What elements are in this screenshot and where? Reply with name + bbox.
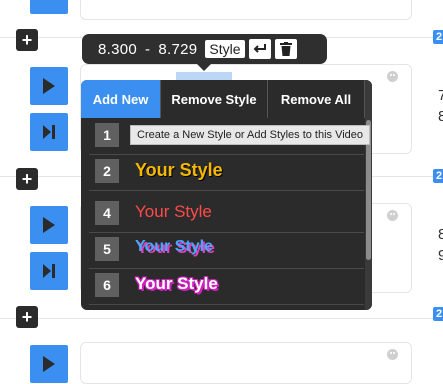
play-icon	[43, 217, 55, 233]
style-number: 1	[95, 123, 119, 147]
emoji-icon[interactable]	[387, 71, 398, 82]
play-button[interactable]	[30, 206, 68, 244]
tab-remove-style[interactable]: Remove Style	[161, 80, 268, 118]
delete-button[interactable]	[274, 39, 297, 59]
time-start: 8.300	[98, 40, 138, 58]
add-caption-button[interactable]: +	[16, 168, 38, 190]
style-row[interactable]: 6 Your Style	[89, 268, 364, 305]
style-tabs: Add New Remove Style Remove All	[81, 80, 372, 118]
emoji-icon[interactable]	[387, 210, 398, 221]
add-caption-button[interactable]: +	[16, 29, 38, 51]
play-icon	[43, 356, 55, 372]
tab-remove-all[interactable]: Remove All	[268, 80, 365, 118]
style-preview: Your Style	[135, 238, 213, 255]
emoji-icon[interactable]	[387, 349, 398, 360]
scrollbar[interactable]	[365, 80, 372, 310]
caption-card[interactable]	[80, 342, 412, 384]
time-end: 8.729	[158, 40, 198, 58]
time-range-tooltip: 8.300 - 8.729 Style	[82, 34, 327, 64]
play-button[interactable]	[30, 345, 68, 383]
style-preview: Your Style	[135, 274, 218, 293]
return-icon	[253, 44, 266, 53]
skip-next-icon	[43, 264, 55, 278]
skip-next-icon	[43, 125, 55, 139]
skip-next-button[interactable]	[30, 252, 68, 290]
style-number: 2	[95, 159, 119, 183]
time-digit: 9	[438, 247, 443, 264]
row-badge: 2	[433, 30, 443, 44]
play-button[interactable]	[30, 67, 68, 105]
play-icon	[43, 78, 55, 94]
style-preview: Your Style	[135, 202, 212, 221]
style-button[interactable]: Style	[205, 40, 245, 58]
caption-card[interactable]	[80, 0, 412, 20]
style-number: 5	[95, 237, 119, 261]
row-badge: 2	[433, 169, 443, 183]
add-caption-button[interactable]: +	[16, 306, 38, 328]
style-row[interactable]: 4 Your Style	[89, 196, 364, 233]
skip-next-button[interactable]	[30, 113, 68, 151]
trash-icon	[279, 42, 292, 56]
divider	[0, 318, 443, 319]
time-digit: 8	[438, 226, 443, 243]
style-preview: Your Style	[135, 160, 223, 180]
style-row[interactable]: 5 Your Style	[89, 232, 364, 269]
time-digit: 7	[438, 87, 443, 104]
time-separator: -	[145, 40, 151, 58]
tooltip-arrow	[196, 63, 212, 71]
style-number: 6	[95, 273, 119, 297]
skip-next-button[interactable]	[30, 0, 68, 14]
style-number: 4	[95, 201, 119, 225]
style-row[interactable]: 2 Your Style	[89, 154, 364, 191]
time-digit: 8	[438, 108, 443, 125]
tab-add-new[interactable]: Add New	[81, 80, 161, 118]
enter-button[interactable]	[248, 39, 271, 59]
style-panel: Add New Remove Style Remove All 1 2 Your…	[81, 80, 372, 310]
hint-tooltip: Create a New Style or Add Styles to this…	[130, 125, 371, 145]
row-badge: 2	[433, 307, 443, 321]
